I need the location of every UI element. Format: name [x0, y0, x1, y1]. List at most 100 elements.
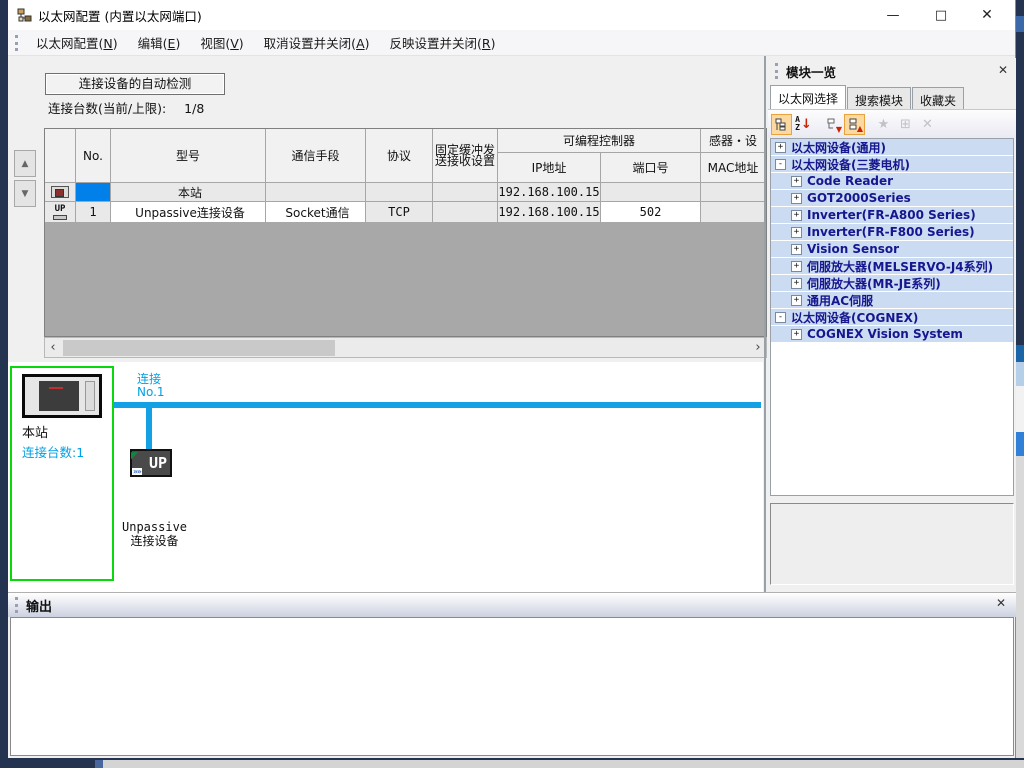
down-arrow-icon: ▼	[22, 189, 29, 199]
tab-ethernet-selection[interactable]: 以太网选择	[770, 85, 846, 109]
menu-view[interactable]: 视图(V)	[190, 29, 253, 56]
table-cell-ip[interactable]: 192.168.100.15	[498, 183, 601, 202]
module-description-box	[770, 503, 1014, 585]
table-cell-port[interactable]	[601, 183, 701, 202]
col-header-mac: MAC地址	[701, 153, 766, 183]
menu-cancel-and-close[interactable]: 取消设置并关闭(A)	[254, 29, 380, 56]
tree-item-servo-mr-je[interactable]: +伺服放大器(MR-JE系列)	[771, 275, 1013, 292]
toolbar-separator	[815, 114, 821, 135]
expand-icon[interactable]: +	[791, 193, 802, 204]
table-cell-mac[interactable]	[701, 202, 766, 223]
module-panel-title: 模块一览	[786, 62, 836, 81]
expand-icon[interactable]: +	[791, 210, 802, 221]
device-table: No. 型号 通信手段 协议 固定缓冲发 送接收设置 可编程控制器 感器・设 I…	[44, 128, 767, 224]
table-cell-model[interactable]: Unpassive连接设备	[111, 202, 266, 223]
expand-icon[interactable]: +	[791, 227, 802, 238]
up-arrow-icon: ▲	[22, 159, 29, 169]
table-cell-fixed-buffer[interactable]	[433, 183, 498, 202]
tree-item-generic-ac-servo[interactable]: +通用AC伺服	[771, 292, 1013, 309]
device-flag-icon: ◤	[131, 449, 138, 461]
maximize-button[interactable]: □	[919, 0, 963, 30]
tree-item-inverter-fra800[interactable]: +Inverter(FR-A800 Series)	[771, 207, 1013, 224]
panel-grip[interactable]	[15, 597, 18, 613]
sort-az-icon[interactable]: AZ ↓	[793, 114, 814, 135]
auto-detect-button[interactable]: 连接设备的自动检测	[45, 73, 225, 95]
table-cell-port[interactable]: 502	[601, 202, 701, 223]
expand-selected-tree-icon[interactable]: ▲	[844, 114, 865, 135]
app-icon	[17, 8, 32, 23]
output-panel-content[interactable]	[10, 617, 1014, 756]
table-cell-comm[interactable]	[266, 183, 366, 202]
expand-icon[interactable]: +	[791, 176, 802, 187]
tree-item-servo-melservo-j4[interactable]: +伺服放大器(MELSERVO-J4系列)	[771, 258, 1013, 275]
minimize-button[interactable]: —	[871, 0, 915, 30]
scrollbar-thumb[interactable]	[63, 340, 335, 356]
network-line-horizontal	[113, 402, 761, 408]
close-button[interactable]: ✕	[965, 0, 1009, 30]
vertical-splitter[interactable]	[764, 56, 766, 592]
table-cell-mac[interactable]	[701, 183, 766, 202]
favorite-star-icon[interactable]: ★	[873, 114, 894, 135]
unpassive-device-node[interactable]: ◤ UP »»	[130, 449, 172, 477]
collapse-icon[interactable]: -	[775, 159, 786, 170]
backdrop-statusbar-notch	[95, 760, 103, 768]
connection-count-value: 1/8	[184, 101, 204, 116]
module-panel-close-icon[interactable]: ✕	[998, 63, 1008, 77]
menu-edit[interactable]: 编辑(E)	[128, 29, 191, 56]
table-cell-protocol[interactable]: TCP	[366, 202, 433, 223]
table-cell-protocol[interactable]	[366, 183, 433, 202]
expand-icon[interactable]: +	[791, 244, 802, 255]
delete-favorite-icon[interactable]: ✕	[917, 114, 938, 135]
expand-icon[interactable]: +	[791, 278, 802, 289]
expand-icon[interactable]: +	[791, 261, 802, 272]
module-panel-header[interactable]: 模块一览 ✕	[768, 58, 1016, 84]
panel-grip[interactable]	[775, 63, 778, 79]
menu-grip[interactable]	[15, 35, 18, 51]
table-horizontal-scrollbar[interactable]: ‹ ›	[44, 337, 767, 358]
tree-item-code-reader[interactable]: +Code Reader	[771, 173, 1013, 190]
table-row-icon-cell[interactable]	[45, 183, 76, 202]
host-station-box[interactable]: 本站 连接台数:1	[10, 366, 114, 581]
col-header-model: 型号	[111, 129, 266, 183]
table-row-icon-cell[interactable]: UP	[45, 202, 76, 223]
add-favorite-icon[interactable]: ⊞	[895, 114, 916, 135]
menu-ethernet-config[interactable]: 以太网配置(N)	[26, 29, 128, 56]
col-header-icon	[45, 129, 76, 183]
tree-item-ethernet-generic[interactable]: +以太网设备(通用)	[771, 139, 1013, 156]
table-cell-comm[interactable]: Socket通信	[266, 202, 366, 223]
host-station-label: 本站	[22, 422, 112, 441]
tree-item-ethernet-cognex[interactable]: -以太网设备(COGNEX)	[771, 309, 1013, 326]
tree-item-inverter-frf800[interactable]: +Inverter(FR-F800 Series)	[771, 224, 1013, 241]
expand-tree-icon[interactable]	[771, 114, 792, 135]
tree-item-ethernet-mitsubishi[interactable]: -以太网设备(三菱电机)	[771, 156, 1013, 173]
col-header-comm: 通信手段	[266, 129, 366, 183]
scroll-left-icon[interactable]: ‹	[45, 339, 61, 357]
output-panel-close-icon[interactable]: ✕	[996, 596, 1006, 610]
table-cell-no[interactable]: 1	[76, 202, 111, 223]
row-down-button[interactable]: ▼	[14, 180, 36, 207]
tab-search-module[interactable]: 搜索模块	[847, 87, 911, 109]
menu-apply-and-close[interactable]: 反映设置并关闭(R)	[380, 29, 506, 56]
table-cell-no-selected[interactable]	[76, 183, 111, 202]
table-empty-area	[44, 222, 767, 337]
table-cell-model[interactable]: 本站	[111, 183, 266, 202]
plc-icon	[51, 186, 69, 198]
tree-item-cognex-vision-system[interactable]: +COGNEX Vision System	[771, 326, 1013, 343]
expand-icon[interactable]: +	[775, 142, 786, 153]
expand-icon[interactable]: +	[791, 329, 802, 340]
connection-count-label: 连接台数(当前/上限):	[48, 101, 166, 116]
expand-icon[interactable]: +	[791, 295, 802, 306]
collapse-icon[interactable]: -	[775, 312, 786, 323]
tab-favorites[interactable]: 收藏夹	[912, 87, 964, 109]
output-panel-header[interactable]: 输出	[8, 592, 1016, 617]
tree-item-got2000[interactable]: +GOT2000Series	[771, 190, 1013, 207]
table-cell-fixed-buffer[interactable]	[433, 202, 498, 223]
ethernet-config-dialog: 以太网配置 (内置以太网端口) — □ ✕ 以太网配置(N) 编辑(E) 视图(…	[8, 0, 1016, 758]
col-header-fixed-buffer: 固定缓冲发 送接收设置	[433, 129, 498, 183]
row-up-button[interactable]: ▲	[14, 150, 36, 177]
plc-image	[22, 374, 102, 418]
table-cell-ip[interactable]: 192.168.100.15	[498, 202, 601, 223]
title-bar[interactable]: 以太网配置 (内置以太网端口) — □ ✕	[8, 0, 1015, 30]
collapse-tree-icon[interactable]: ▼	[822, 114, 843, 135]
tree-item-vision-sensor[interactable]: +Vision Sensor	[771, 241, 1013, 258]
